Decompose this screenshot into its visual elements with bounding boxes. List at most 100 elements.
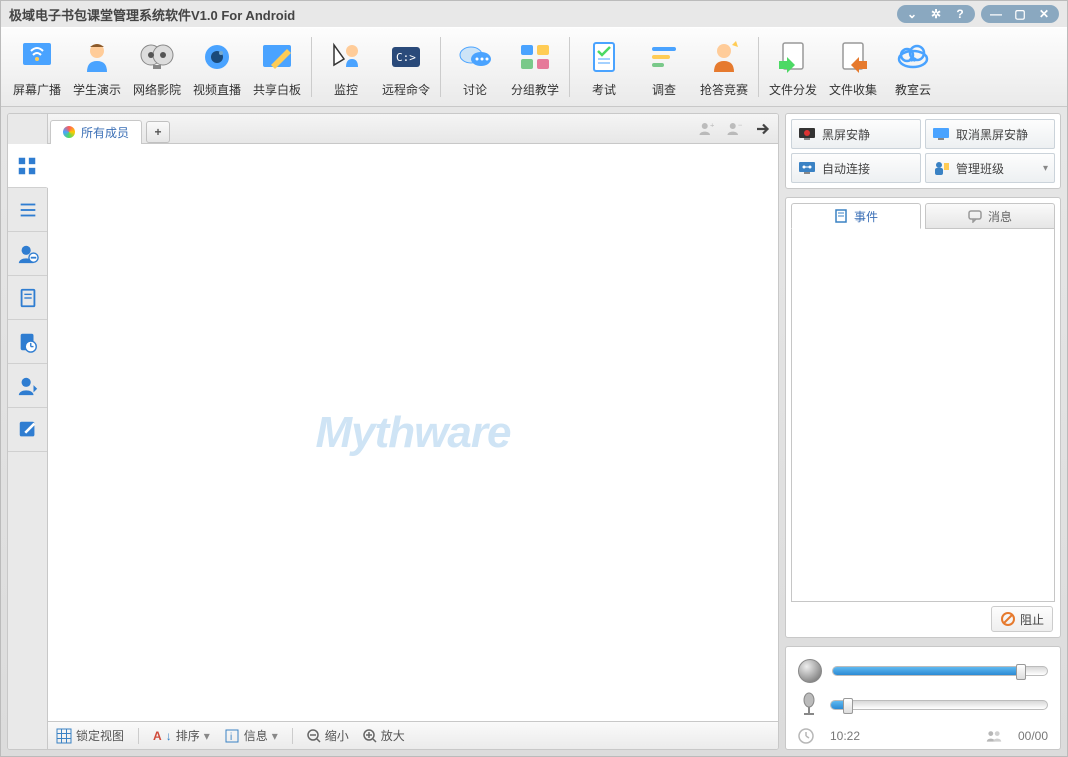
info-button[interactable]: i 信息 ▾ [224, 727, 278, 744]
tab-header-actions: + − [698, 120, 772, 138]
events-tab-label: 事件 [854, 208, 878, 225]
sort-button[interactable]: A↓ 排序 ▾ [153, 727, 210, 744]
tool-cloud[interactable]: 教室云 [883, 33, 943, 102]
speaker-icon[interactable] [798, 659, 822, 683]
add-tab-button[interactable]: + [146, 121, 170, 143]
cancel-black-label: 取消黑屏安静 [956, 126, 1028, 143]
speaker-slider[interactable] [832, 666, 1048, 676]
members-tab[interactable]: 所有成员 [50, 120, 142, 144]
whiteboard-icon [257, 37, 297, 77]
lock-view-button[interactable]: 锁定视图 [56, 727, 124, 744]
grid-lock-icon [56, 728, 72, 744]
dropdown-icon: ▾ [204, 729, 210, 743]
main-area: 所有成员 + + − Mythware 锁定视图 [1, 107, 1067, 756]
minimize-button[interactable]: — [989, 7, 1003, 21]
side-tab-edit[interactable] [8, 408, 47, 452]
connect-icon [798, 161, 816, 175]
tool-survey[interactable]: 调查 [634, 33, 694, 102]
side-tab-clock[interactable] [8, 320, 47, 364]
tool-label: 共享白板 [253, 81, 301, 98]
app-window: 极域电子书包课堂管理系统软件V1.0 For Android ⌄ ✲ ? — ▢… [0, 0, 1068, 757]
chevron-down-icon[interactable]: ⌄ [905, 7, 919, 21]
info-icon: i [224, 728, 240, 744]
zoom-out-button[interactable]: 缩小 [307, 727, 349, 744]
svg-text:−: − [738, 120, 743, 129]
maximize-button[interactable]: ▢ [1013, 7, 1027, 21]
mic-slider[interactable] [830, 700, 1048, 710]
close-button[interactable]: ✕ [1037, 7, 1051, 21]
info-label: 信息 [244, 727, 268, 744]
teacher-icon [932, 161, 950, 175]
toolbar-separator [440, 37, 441, 97]
tool-monitor[interactable]: 监控 [316, 33, 376, 102]
tool-exam[interactable]: 考试 [574, 33, 634, 102]
stop-button[interactable]: 阻止 [991, 606, 1053, 632]
cancel-black-button[interactable]: 取消黑屏安静 [925, 119, 1055, 149]
tool-command[interactable]: C:>远程命令 [376, 33, 436, 102]
members-tab-header: 所有成员 + + − [48, 114, 778, 144]
tool-student[interactable]: 学生演示 [67, 33, 127, 102]
events-tab[interactable]: 事件 [791, 203, 921, 229]
group-icon [515, 37, 555, 77]
tool-movie[interactable]: 网络影院 [127, 33, 187, 102]
tool-camera[interactable]: 视频直播 [187, 33, 247, 102]
remove-user-icon[interactable]: − [726, 120, 744, 138]
stop-row: 阻止 [791, 602, 1055, 632]
tool-filecollect[interactable]: 文件收集 [823, 33, 883, 102]
broadcast-icon [17, 37, 57, 77]
quick-actions-box: 黑屏安静 取消黑屏安静 自动连接 管理班级 ▾ [785, 113, 1061, 189]
events-box: 事件 消息 阻止 [785, 197, 1061, 638]
black-silent-button[interactable]: 黑屏安静 [791, 119, 921, 149]
side-tab-user-add[interactable] [8, 364, 47, 408]
exam-icon [584, 37, 624, 77]
gear-icon[interactable]: ✲ [929, 7, 943, 21]
side-tab-user-remove[interactable] [8, 232, 47, 276]
tool-chat[interactable]: 讨论 [445, 33, 505, 102]
side-tabs [8, 114, 48, 749]
block-icon [1000, 611, 1016, 627]
manage-class-button[interactable]: 管理班级 ▾ [925, 153, 1055, 183]
side-tab-document[interactable] [8, 276, 47, 320]
tool-label: 屏幕广播 [13, 81, 61, 98]
tool-label: 学生演示 [73, 81, 121, 98]
lock-view-label: 锁定视图 [76, 727, 124, 744]
command-icon: C:> [386, 37, 426, 77]
status-sep [292, 728, 293, 744]
right-status-bar: 10:22 00/00 [792, 723, 1054, 747]
side-tab-grid[interactable] [8, 144, 48, 188]
tool-label: 调查 [652, 81, 676, 98]
tool-broadcast[interactable]: 屏幕广播 [7, 33, 67, 102]
tool-whiteboard[interactable]: 共享白板 [247, 33, 307, 102]
help-icon[interactable]: ? [953, 7, 967, 21]
chat-icon [455, 37, 495, 77]
stop-label: 阻止 [1020, 611, 1044, 628]
events-body [791, 229, 1055, 602]
people-icon [986, 728, 1002, 744]
mic-slider-row [792, 687, 1054, 723]
movie-icon [137, 37, 177, 77]
messages-tab[interactable]: 消息 [925, 203, 1055, 229]
cloud-icon [893, 37, 933, 77]
zoom-out-icon [307, 729, 321, 743]
auto-connect-label: 自动连接 [822, 160, 870, 177]
zoom-out-label: 缩小 [325, 727, 349, 744]
toolbar-separator [311, 37, 312, 97]
tool-compete[interactable]: 抢答竞赛 [694, 33, 754, 102]
screen-red-icon [798, 127, 816, 141]
tool-filesend[interactable]: 文件分发 [763, 33, 823, 102]
toolbar-separator [758, 37, 759, 97]
arrow-right-icon[interactable] [754, 120, 772, 138]
tool-label: 网络影院 [133, 81, 181, 98]
members-tab-label: 所有成员 [81, 124, 129, 141]
side-tab-list[interactable] [8, 188, 47, 232]
tool-label: 讨论 [463, 81, 487, 98]
right-panel: 黑屏安静 取消黑屏安静 自动连接 管理班级 ▾ [785, 113, 1061, 750]
survey-icon [644, 37, 684, 77]
title-bar: 极域电子书包课堂管理系统软件V1.0 For Android ⌄ ✲ ? — ▢… [1, 1, 1067, 27]
left-panel: 所有成员 + + − Mythware 锁定视图 [7, 113, 779, 750]
tool-group[interactable]: 分组教学 [505, 33, 565, 102]
zoom-in-button[interactable]: 放大 [363, 727, 405, 744]
add-user-icon[interactable]: + [698, 120, 716, 138]
auto-connect-button[interactable]: 自动连接 [791, 153, 921, 183]
microphone-icon[interactable] [798, 691, 820, 719]
